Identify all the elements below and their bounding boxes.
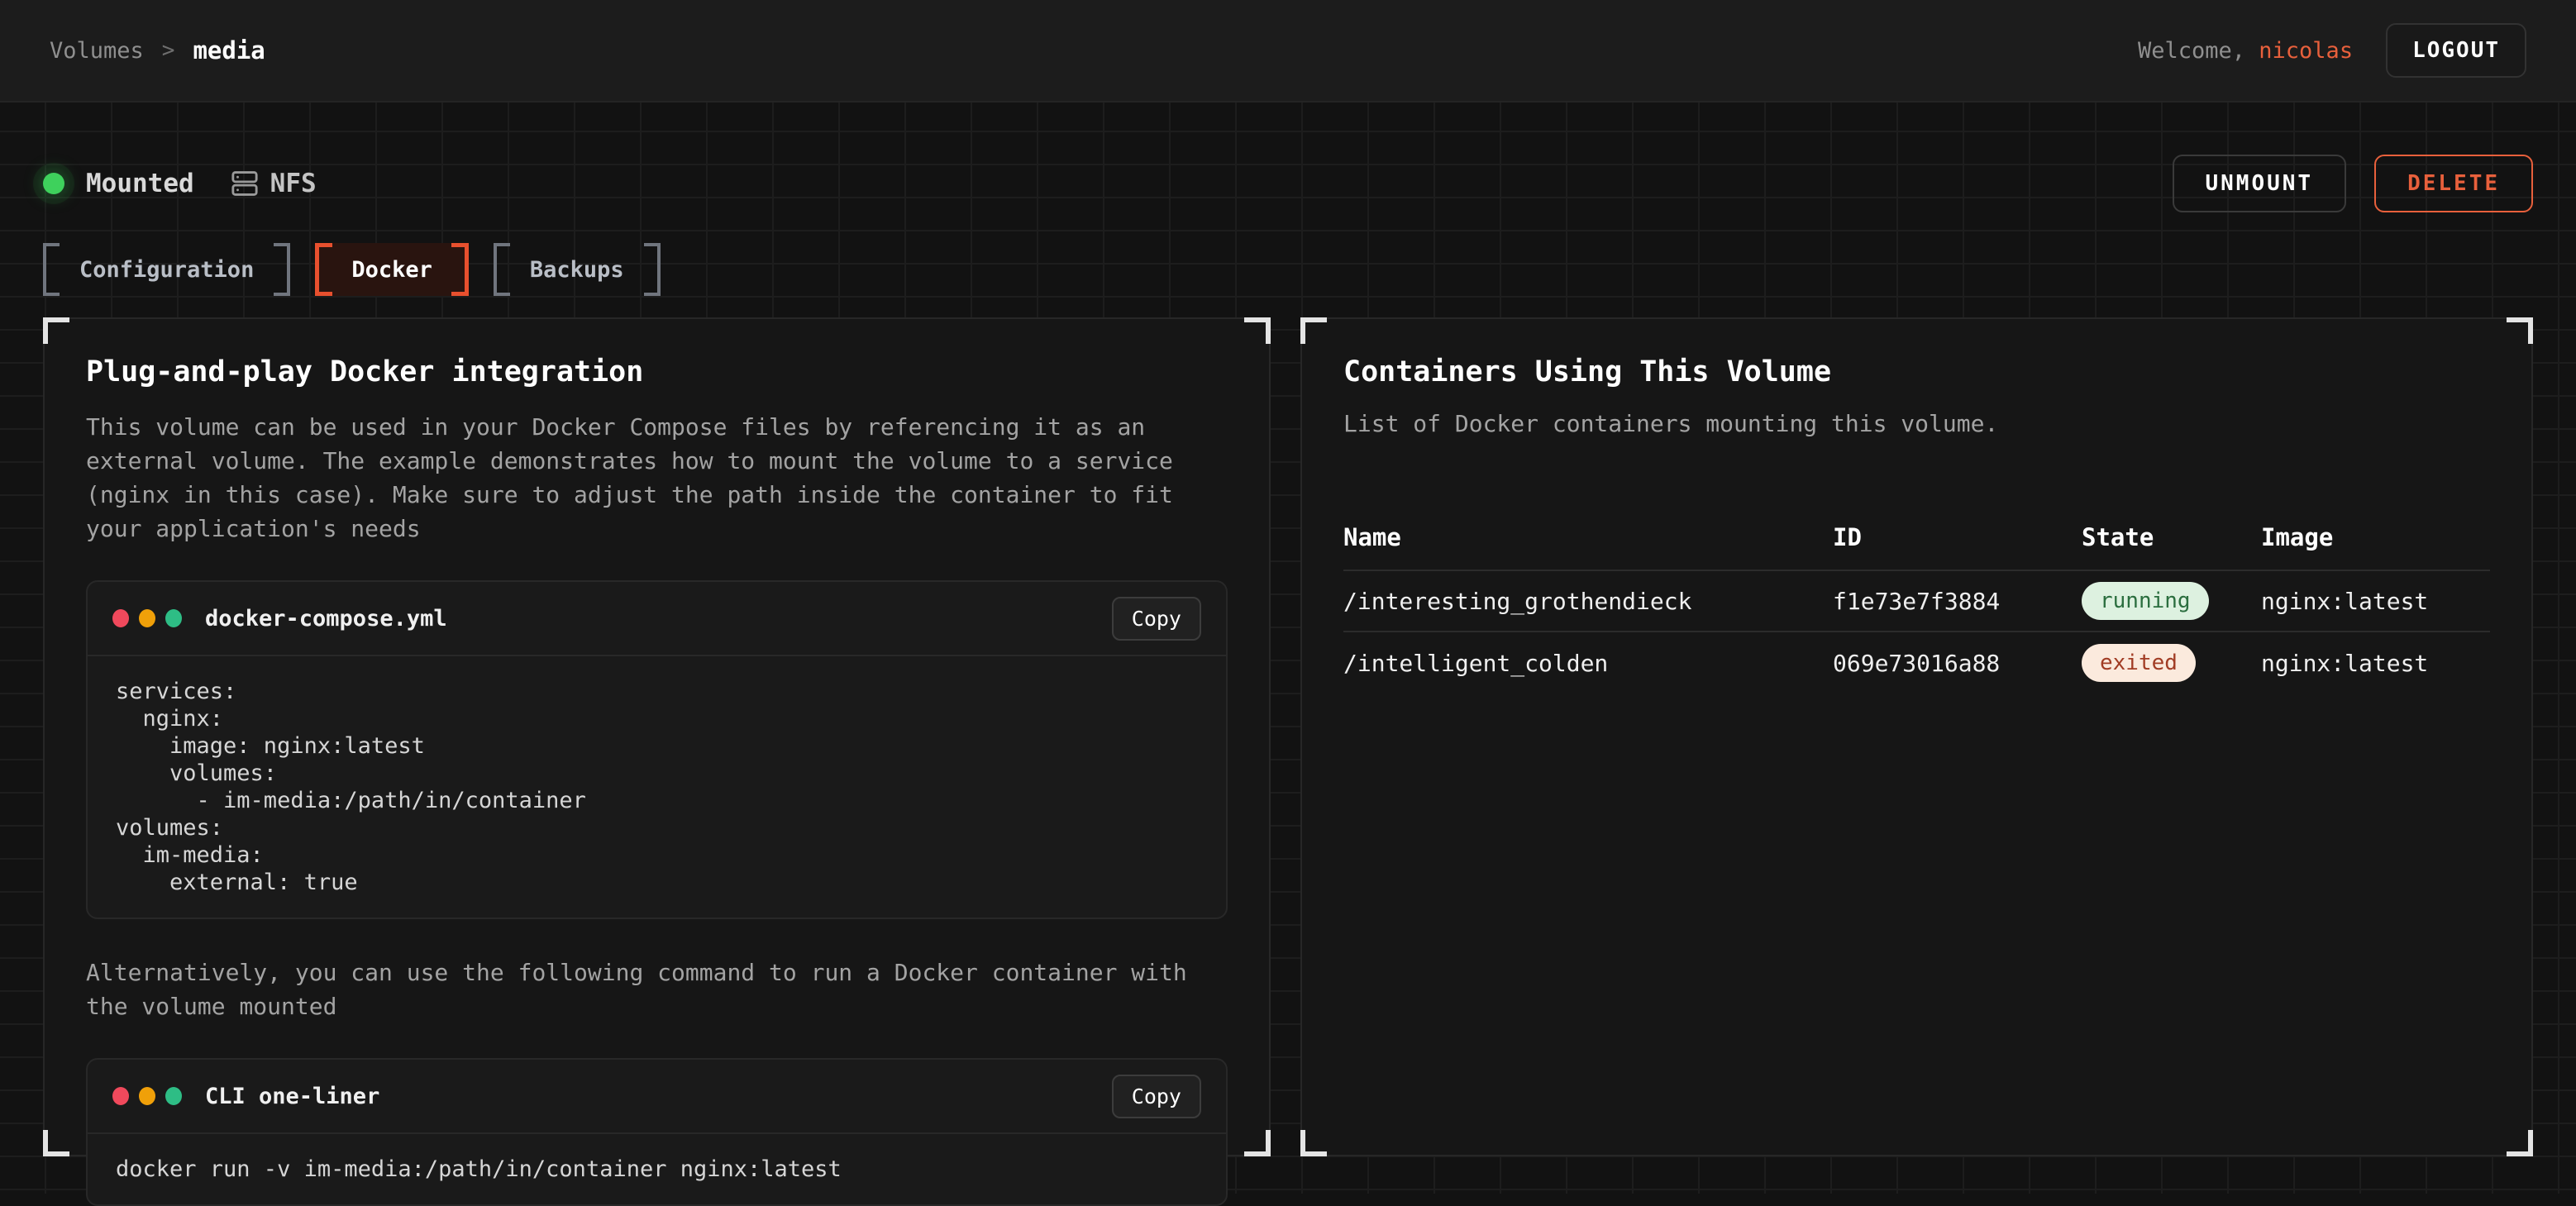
breadcrumb-current-volume: media [193, 36, 265, 64]
panels: Plug-and-play Docker integration This vo… [43, 317, 2533, 1156]
mounted-status-label: Mounted [86, 169, 194, 198]
traffic-light-red-icon [112, 609, 129, 627]
username: nicolas [2259, 38, 2353, 64]
copy-compose-button[interactable]: Copy [1112, 597, 1201, 641]
driver-type-label: NFS [270, 169, 317, 198]
traffic-light-yellow-icon [139, 609, 155, 627]
column-header-state: State [2082, 523, 2261, 551]
corner-bracket [43, 1130, 69, 1156]
compose-code-header: docker-compose.yml Copy [88, 582, 1226, 656]
chevron-right-icon: > [162, 38, 175, 63]
breadcrumb-volumes-link[interactable]: Volumes [50, 38, 144, 64]
docker-integration-panel: Plug-and-play Docker integration This vo… [43, 317, 1271, 1156]
delete-button[interactable]: DELETE [2374, 155, 2533, 212]
compose-filename: docker-compose.yml [205, 606, 447, 632]
column-header-image: Image [2261, 523, 2490, 551]
compose-code-block: docker-compose.yml Copy services: nginx:… [86, 580, 1228, 919]
workspace: Mounted NFS UNMOUNT DELETE Configuration… [0, 102, 2576, 1194]
state-badge: exited [2082, 644, 2196, 682]
unmount-button[interactable]: UNMOUNT [2173, 155, 2347, 212]
cli-code-block: CLI one-liner Copy docker run -v im-medi… [86, 1058, 1228, 1206]
welcome-prefix: Welcome, [2138, 38, 2259, 64]
corner-bracket [2507, 1130, 2533, 1156]
corner-bracket [1244, 1130, 1271, 1156]
driver-indicator: NFS [231, 169, 317, 198]
copy-cli-button[interactable]: Copy [1112, 1075, 1201, 1118]
topbar: Volumes > media Welcome, nicolas LOGOUT [0, 0, 2576, 102]
server-icon [231, 169, 259, 198]
containers-table: Name ID State Image /interesting_grothen… [1343, 523, 2490, 694]
container-image: nginx:latest [2261, 588, 2490, 615]
topbar-right: Welcome, nicolas LOGOUT [2138, 23, 2526, 78]
corner-bracket [2507, 317, 2533, 344]
containers-panel: Containers Using This Volume List of Doc… [1300, 317, 2533, 1156]
containers-table-header: Name ID State Image [1343, 523, 2490, 571]
welcome-text: Welcome, nicolas [2138, 38, 2353, 64]
breadcrumb: Volumes > media [50, 36, 265, 64]
traffic-light-green-icon [165, 609, 182, 627]
cli-intro-text: Alternatively, you can use the following… [86, 956, 1228, 1023]
container-id: 069e73016a88 [1833, 650, 2082, 677]
logout-button[interactable]: LOGOUT [2386, 23, 2526, 78]
container-id: f1e73e7f3884 [1833, 588, 2082, 615]
column-header-name: Name [1343, 523, 1833, 551]
traffic-lights [112, 609, 182, 627]
corner-bracket [1244, 317, 1271, 344]
containers-panel-subtitle: List of Docker containers mounting this … [1343, 410, 2490, 437]
status-row: Mounted NFS UNMOUNT DELETE [43, 155, 2533, 212]
table-row: /interesting_grothendieck f1e73e7f3884 r… [1343, 571, 2490, 632]
tab-docker[interactable]: Docker [315, 243, 469, 296]
tab-backups[interactable]: Backups [494, 243, 661, 296]
tab-bar: Configuration Docker Backups [43, 243, 2533, 296]
tab-configuration[interactable]: Configuration [43, 243, 290, 296]
docker-panel-title: Plug-and-play Docker integration [86, 355, 1228, 388]
traffic-light-yellow-icon [139, 1087, 155, 1105]
cli-block-title: CLI one-liner [205, 1084, 379, 1109]
corner-bracket [1300, 317, 1327, 344]
column-header-id: ID [1833, 523, 2082, 551]
compose-code-content: services: nginx: image: nginx:latest vol… [88, 656, 1226, 918]
container-image: nginx:latest [2261, 650, 2490, 677]
docker-panel-description: This volume can be used in your Docker C… [86, 410, 1228, 546]
corner-bracket [1300, 1130, 1327, 1156]
cli-code-header: CLI one-liner Copy [88, 1060, 1226, 1134]
mounted-status-dot-icon [43, 173, 64, 194]
state-badge: running [2082, 582, 2209, 620]
traffic-light-green-icon [165, 1087, 182, 1105]
container-name: /interesting_grothendieck [1343, 588, 1833, 615]
volume-status: Mounted NFS [43, 169, 317, 198]
container-name: /intelligent_colden [1343, 650, 1833, 677]
traffic-lights [112, 1087, 182, 1105]
containers-panel-title: Containers Using This Volume [1343, 355, 2490, 388]
volume-actions: UNMOUNT DELETE [2173, 155, 2534, 212]
corner-bracket [43, 317, 69, 344]
traffic-light-red-icon [112, 1087, 129, 1105]
cli-code-content: docker run -v im-media:/path/in/containe… [88, 1134, 1226, 1204]
table-row: /intelligent_colden 069e73016a88 exited … [1343, 632, 2490, 694]
